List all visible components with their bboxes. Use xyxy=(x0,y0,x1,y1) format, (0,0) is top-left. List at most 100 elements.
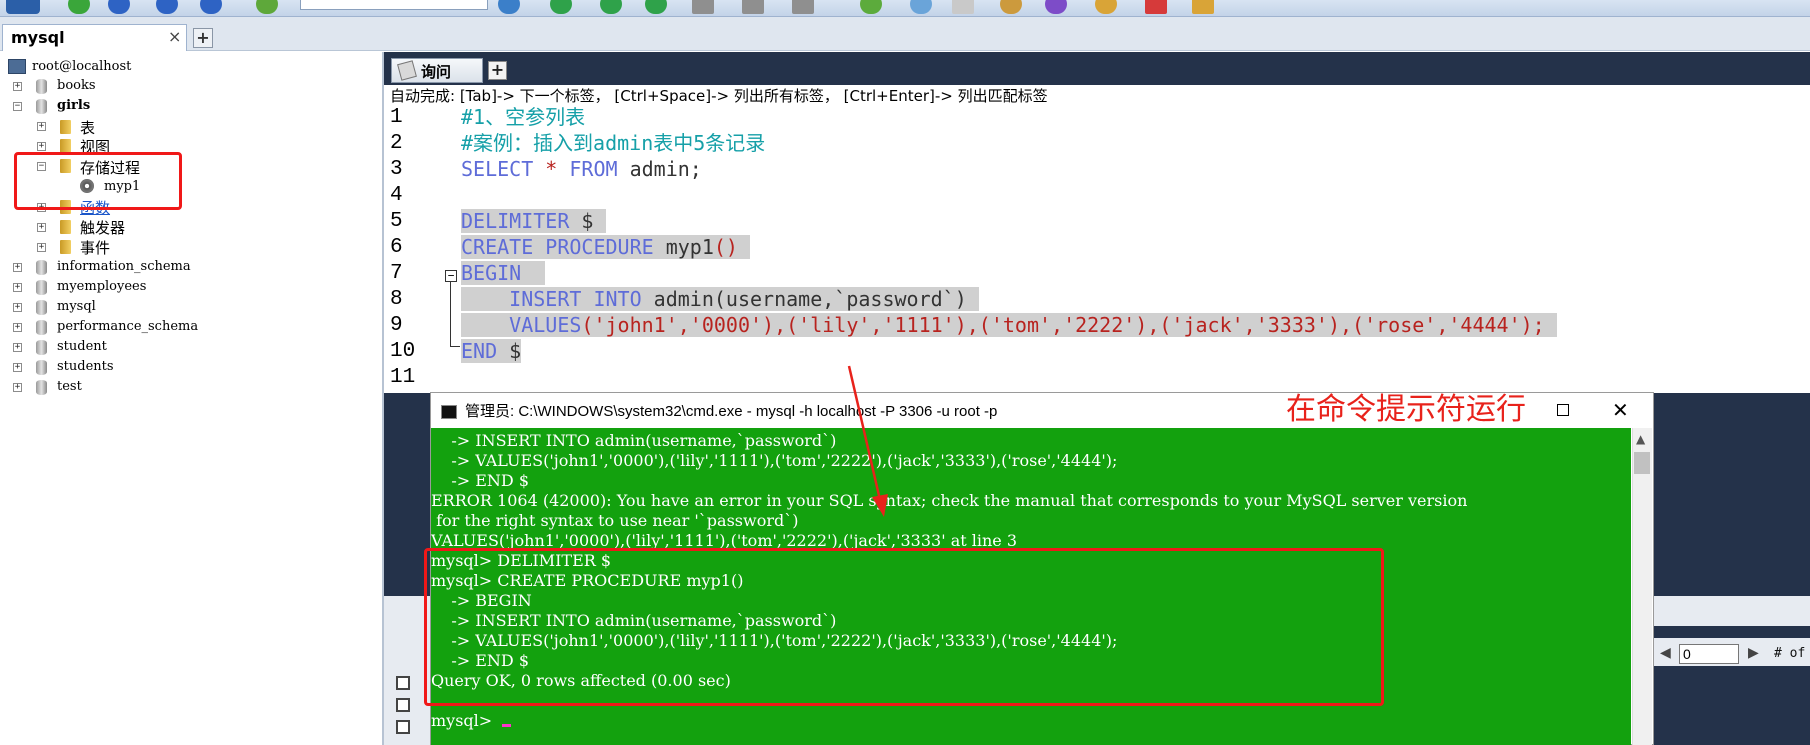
backup-icon[interactable] xyxy=(200,0,222,14)
tree-item-books[interactable]: books xyxy=(57,78,96,96)
database-selector[interactable] xyxy=(300,0,488,10)
line-number: 3 xyxy=(390,158,403,181)
stop-icon[interactable] xyxy=(645,0,667,14)
tree-item-information-schema[interactable]: information_schema xyxy=(57,259,191,277)
fold-toggle-icon[interactable]: − xyxy=(445,270,457,282)
cmd-title: 管理员: C:\WINDOWS\system32\cmd.exe - mysql… xyxy=(465,403,998,420)
prev-page-icon[interactable]: ◀ xyxy=(1660,645,1671,661)
import-icon[interactable] xyxy=(952,0,974,14)
maximize-icon[interactable] xyxy=(1557,404,1569,416)
globe-icon[interactable] xyxy=(108,0,130,14)
scroll-thumb[interactable] xyxy=(1634,452,1650,474)
tree-item-tables[interactable]: 表 xyxy=(80,117,95,137)
keyword: BEGIN xyxy=(461,261,522,285)
folder-icon xyxy=(60,220,71,234)
database-icon xyxy=(36,79,47,94)
grid-icon[interactable] xyxy=(742,0,764,14)
layout-icon[interactable] xyxy=(1192,0,1214,14)
fold-guide-end xyxy=(450,346,460,347)
database-icon xyxy=(36,280,47,295)
tree-item-student[interactable]: student xyxy=(57,339,107,357)
expand-icon[interactable]: + xyxy=(37,122,46,131)
key-icon[interactable] xyxy=(1095,0,1117,14)
tree-item-triggers[interactable]: 触发器 xyxy=(80,217,125,237)
expand-icon[interactable]: + xyxy=(37,243,46,252)
line-number: 8 xyxy=(390,288,403,311)
users-icon[interactable] xyxy=(256,0,278,14)
keyword: INSERT INTO xyxy=(509,287,642,311)
line-number: 5 xyxy=(390,210,403,233)
truck-icon[interactable] xyxy=(1000,0,1022,14)
annotation-box-console xyxy=(424,548,1384,706)
console-scrollbar[interactable] xyxy=(1632,428,1652,745)
expand-icon[interactable]: + xyxy=(13,343,22,352)
execute-icon[interactable] xyxy=(498,0,520,14)
expand-icon[interactable]: + xyxy=(13,303,22,312)
keyword: END xyxy=(461,339,498,363)
cmd-icon xyxy=(441,405,457,419)
close-icon[interactable]: ✕ xyxy=(1612,398,1629,422)
expand-icon[interactable]: + xyxy=(13,82,22,91)
add-connection-button[interactable]: + xyxy=(193,28,213,48)
chat-icon[interactable] xyxy=(1045,0,1067,14)
code-text: $ xyxy=(569,209,606,233)
execute-all-icon[interactable] xyxy=(550,0,572,14)
row-checkbox[interactable] xyxy=(396,676,410,690)
line-number: 4 xyxy=(390,184,403,207)
execute-edit-icon[interactable] xyxy=(600,0,622,14)
offset-input[interactable]: 0 xyxy=(1679,644,1739,664)
tree-item-mysql[interactable]: mysql xyxy=(57,299,96,317)
code-line-10: END $ xyxy=(461,338,522,364)
next-page-icon[interactable]: ▶ xyxy=(1748,645,1759,661)
sync-icon[interactable] xyxy=(910,0,932,14)
database-icon xyxy=(36,380,47,395)
folder-icon xyxy=(60,120,71,134)
refresh-icon[interactable] xyxy=(156,0,178,14)
expand-icon[interactable]: + xyxy=(37,223,46,232)
expand-icon[interactable]: + xyxy=(13,263,22,272)
database-icon xyxy=(36,320,47,335)
expand-icon[interactable]: + xyxy=(13,383,22,392)
report-icon[interactable] xyxy=(1145,0,1167,14)
console-line: -> END $ xyxy=(431,471,530,490)
code-text: admin(username,`password`) xyxy=(641,287,979,311)
tree-root[interactable]: root@localhost xyxy=(32,59,131,77)
tree-item-myemployees[interactable]: myemployees xyxy=(57,279,146,297)
tree-item-performance-schema[interactable]: performance_schema xyxy=(57,319,198,337)
code-line-2: #案例：插入到admin表中5条记录 xyxy=(461,130,765,156)
comment-text: #案例：插入到admin表中5条记录 xyxy=(461,131,766,155)
main-toolbar xyxy=(0,0,1810,17)
expand-icon[interactable]: + xyxy=(13,363,22,372)
close-tab-icon[interactable]: × xyxy=(168,27,181,46)
code-line-8: INSERT INTO admin(username,`password`) xyxy=(461,286,979,312)
code-text: admin; xyxy=(617,157,702,181)
keyword: SELECT xyxy=(461,157,534,181)
code-line-1: #1、空参列表 xyxy=(461,104,585,130)
scroll-up-icon[interactable]: ▲ xyxy=(1636,432,1645,446)
row-checkbox[interactable] xyxy=(396,720,410,734)
expand-icon[interactable]: + xyxy=(13,323,22,332)
keyword: FROM xyxy=(569,157,618,181)
add-query-tab-button[interactable]: + xyxy=(488,61,507,80)
fold-guide xyxy=(450,282,451,346)
schema-icon[interactable] xyxy=(860,0,882,14)
tree-item-test[interactable]: test xyxy=(57,379,82,397)
line-number: 11 xyxy=(390,366,416,389)
tree-item-events[interactable]: 事件 xyxy=(80,237,110,257)
tree-item-girls[interactable]: girls xyxy=(57,98,90,116)
tree-item-students[interactable]: students xyxy=(57,359,114,377)
text-icon[interactable] xyxy=(792,0,814,14)
console-line: -> VALUES('john1','0000'),('lily','1111'… xyxy=(431,451,1118,470)
table-icon[interactable] xyxy=(692,0,714,14)
keyword: DELIMITER xyxy=(461,209,570,233)
annotation-arrow xyxy=(847,365,888,517)
database-icon xyxy=(36,360,47,375)
annotation-box-procedures xyxy=(14,152,182,210)
keyword: VALUES xyxy=(509,313,582,337)
expand-icon[interactable]: + xyxy=(37,142,46,151)
row-checkbox[interactable] xyxy=(396,698,410,712)
expand-icon[interactable]: + xyxy=(13,283,22,292)
connection-icon[interactable] xyxy=(6,0,40,14)
new-icon[interactable] xyxy=(68,0,90,14)
collapse-icon[interactable]: − xyxy=(13,102,22,111)
